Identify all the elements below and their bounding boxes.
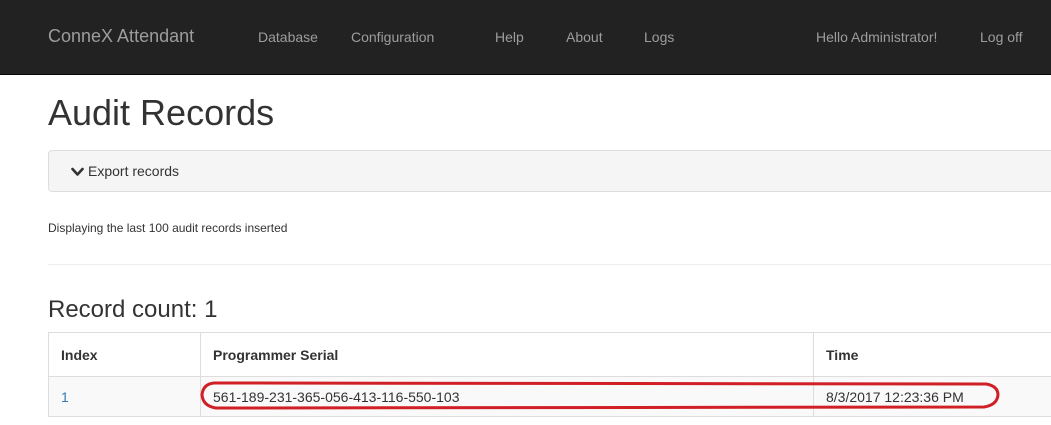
column-header-programmer-serial[interactable]: Programmer Serial (200, 332, 814, 377)
cell-index: 1 (48, 376, 201, 417)
record-index-link[interactable]: 1 (61, 389, 69, 405)
table-row: 1 561-189-231-365-056-413-116-550-103 8/… (48, 376, 1051, 417)
nav-help[interactable]: Help (495, 29, 524, 45)
top-navbar: ConneX Attendant Database Configuration … (0, 0, 1051, 75)
export-records-label: Export records (88, 163, 180, 179)
records-info-text: Displaying the last 100 audit records in… (48, 221, 288, 235)
brand-link[interactable]: ConneX Attendant (48, 26, 194, 47)
nav-about[interactable]: About (566, 29, 603, 45)
divider (48, 264, 1051, 265)
record-count-heading: Record count: 1 (48, 296, 218, 323)
column-header-time[interactable]: Time (813, 332, 1051, 377)
logoff-link[interactable]: Log off (980, 29, 1023, 45)
page-title: Audit Records (48, 92, 275, 133)
greeting-link[interactable]: Hello Administrator! (816, 29, 937, 45)
nav-configuration[interactable]: Configuration (351, 29, 434, 45)
chevron-down-icon (71, 164, 84, 180)
column-header-index[interactable]: Index (48, 332, 201, 377)
audit-records-table: Index Programmer Serial Time 1 561-189-2… (48, 332, 1051, 417)
cell-time: 8/3/2017 12:23:36 PM (813, 376, 1051, 417)
export-records-toggle[interactable]: Export records (71, 163, 179, 180)
export-panel: Export records (48, 150, 1051, 192)
nav-logs[interactable]: Logs (644, 29, 674, 45)
table-header-row: Index Programmer Serial Time (48, 332, 1051, 377)
nav-database[interactable]: Database (258, 29, 318, 45)
cell-programmer-serial: 561-189-231-365-056-413-116-550-103 (200, 376, 814, 417)
